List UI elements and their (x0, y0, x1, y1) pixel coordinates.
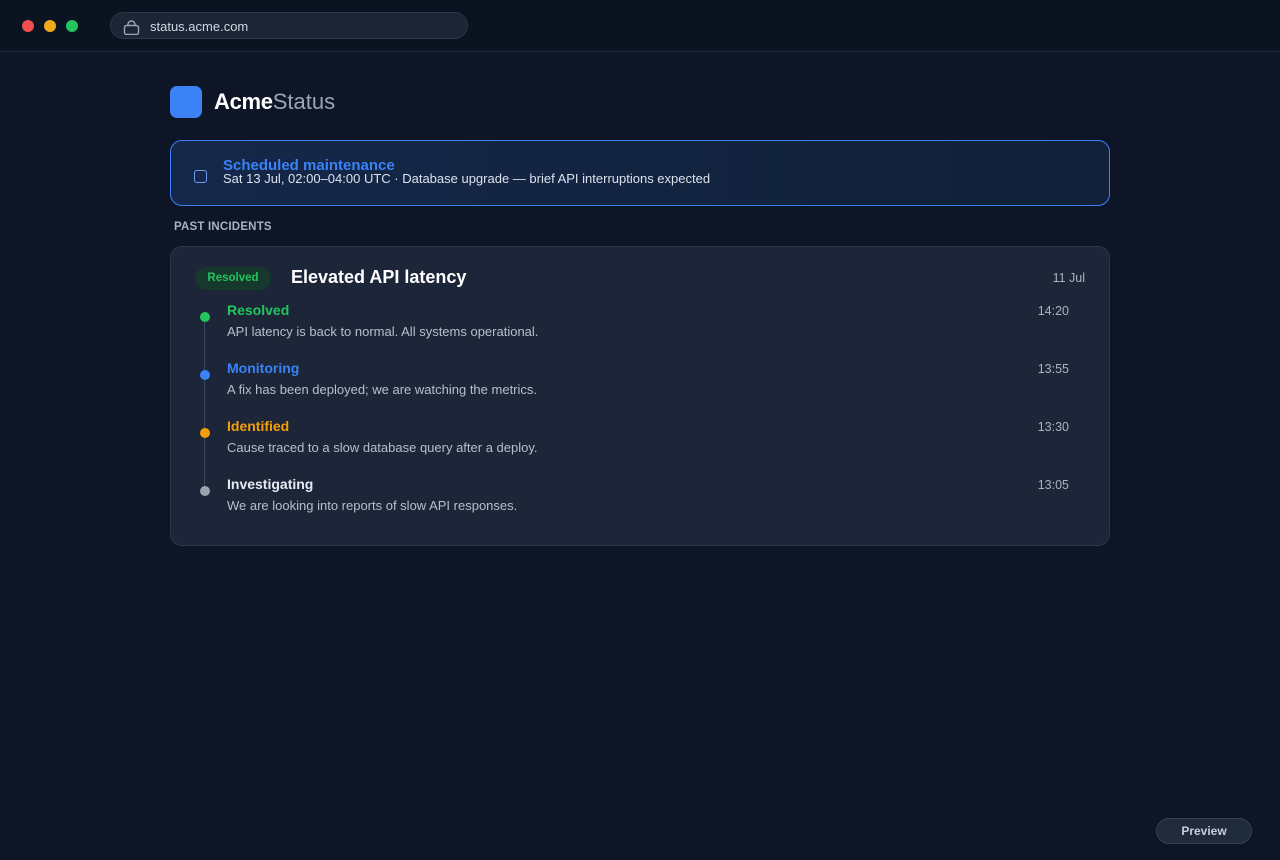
preview-button[interactable]: Preview (1156, 818, 1252, 844)
address-bar[interactable]: status.acme.com (110, 12, 468, 39)
timeline-desc-resolved: API latency is back to normal. All syste… (227, 324, 539, 339)
timeline-time-investigating: 13:05 (1037, 478, 1069, 492)
timeline-dot-identified (200, 428, 210, 438)
close-window-button[interactable] (22, 20, 34, 32)
timeline-desc-investigating: We are looking into reports of slow API … (227, 498, 518, 513)
timeline-dot-resolved (200, 312, 210, 322)
browser-titlebar: status.acme.com (0, 0, 1280, 52)
maintenance-banner: Scheduled maintenance Sat 13 Jul, 02:00–… (170, 140, 1110, 206)
lock-icon (123, 20, 140, 35)
timeline-label-investigating: Investigating (227, 476, 314, 492)
timeline-label-identified: Identified (227, 418, 290, 434)
brand-name: AcmeStatus (214, 88, 335, 116)
timeline-label-monitoring: Monitoring (227, 360, 300, 376)
brand-logo (170, 86, 202, 118)
brand-name-strong: Acme (214, 89, 273, 114)
section-label-past-incidents: PAST INCIDENTS (174, 221, 272, 233)
maintenance-checkbox-icon (194, 170, 207, 183)
maximize-window-button[interactable] (66, 20, 78, 32)
timeline-dot-monitoring (200, 370, 210, 380)
incident-title: Elevated API latency (291, 267, 467, 287)
incident-date: 11 Jul (1052, 271, 1085, 285)
url-text: status.acme.com (150, 19, 249, 34)
brand-name-light: Status (272, 89, 336, 114)
incident-card: Resolved Elevated API latency 11 Jul Res… (170, 246, 1110, 546)
timeline-label-resolved: Resolved (227, 302, 290, 318)
timeline-time-monitoring: 13:55 (1037, 362, 1069, 376)
timeline-desc-monitoring: A fix has been deployed; we are watching… (227, 382, 538, 397)
timeline-desc-identified: Cause traced to a slow database query af… (227, 440, 538, 455)
timeline-time-identified: 13:30 (1037, 420, 1069, 434)
timeline-line (204, 317, 205, 491)
status-badge: Resolved (195, 267, 271, 290)
timeline-dot-investigating (200, 486, 210, 496)
timeline-time-resolved: 14:20 (1037, 304, 1069, 318)
minimize-window-button[interactable] (44, 20, 56, 32)
maintenance-detail: Sat 13 Jul, 02:00–04:00 UTC · Database u… (223, 171, 711, 186)
